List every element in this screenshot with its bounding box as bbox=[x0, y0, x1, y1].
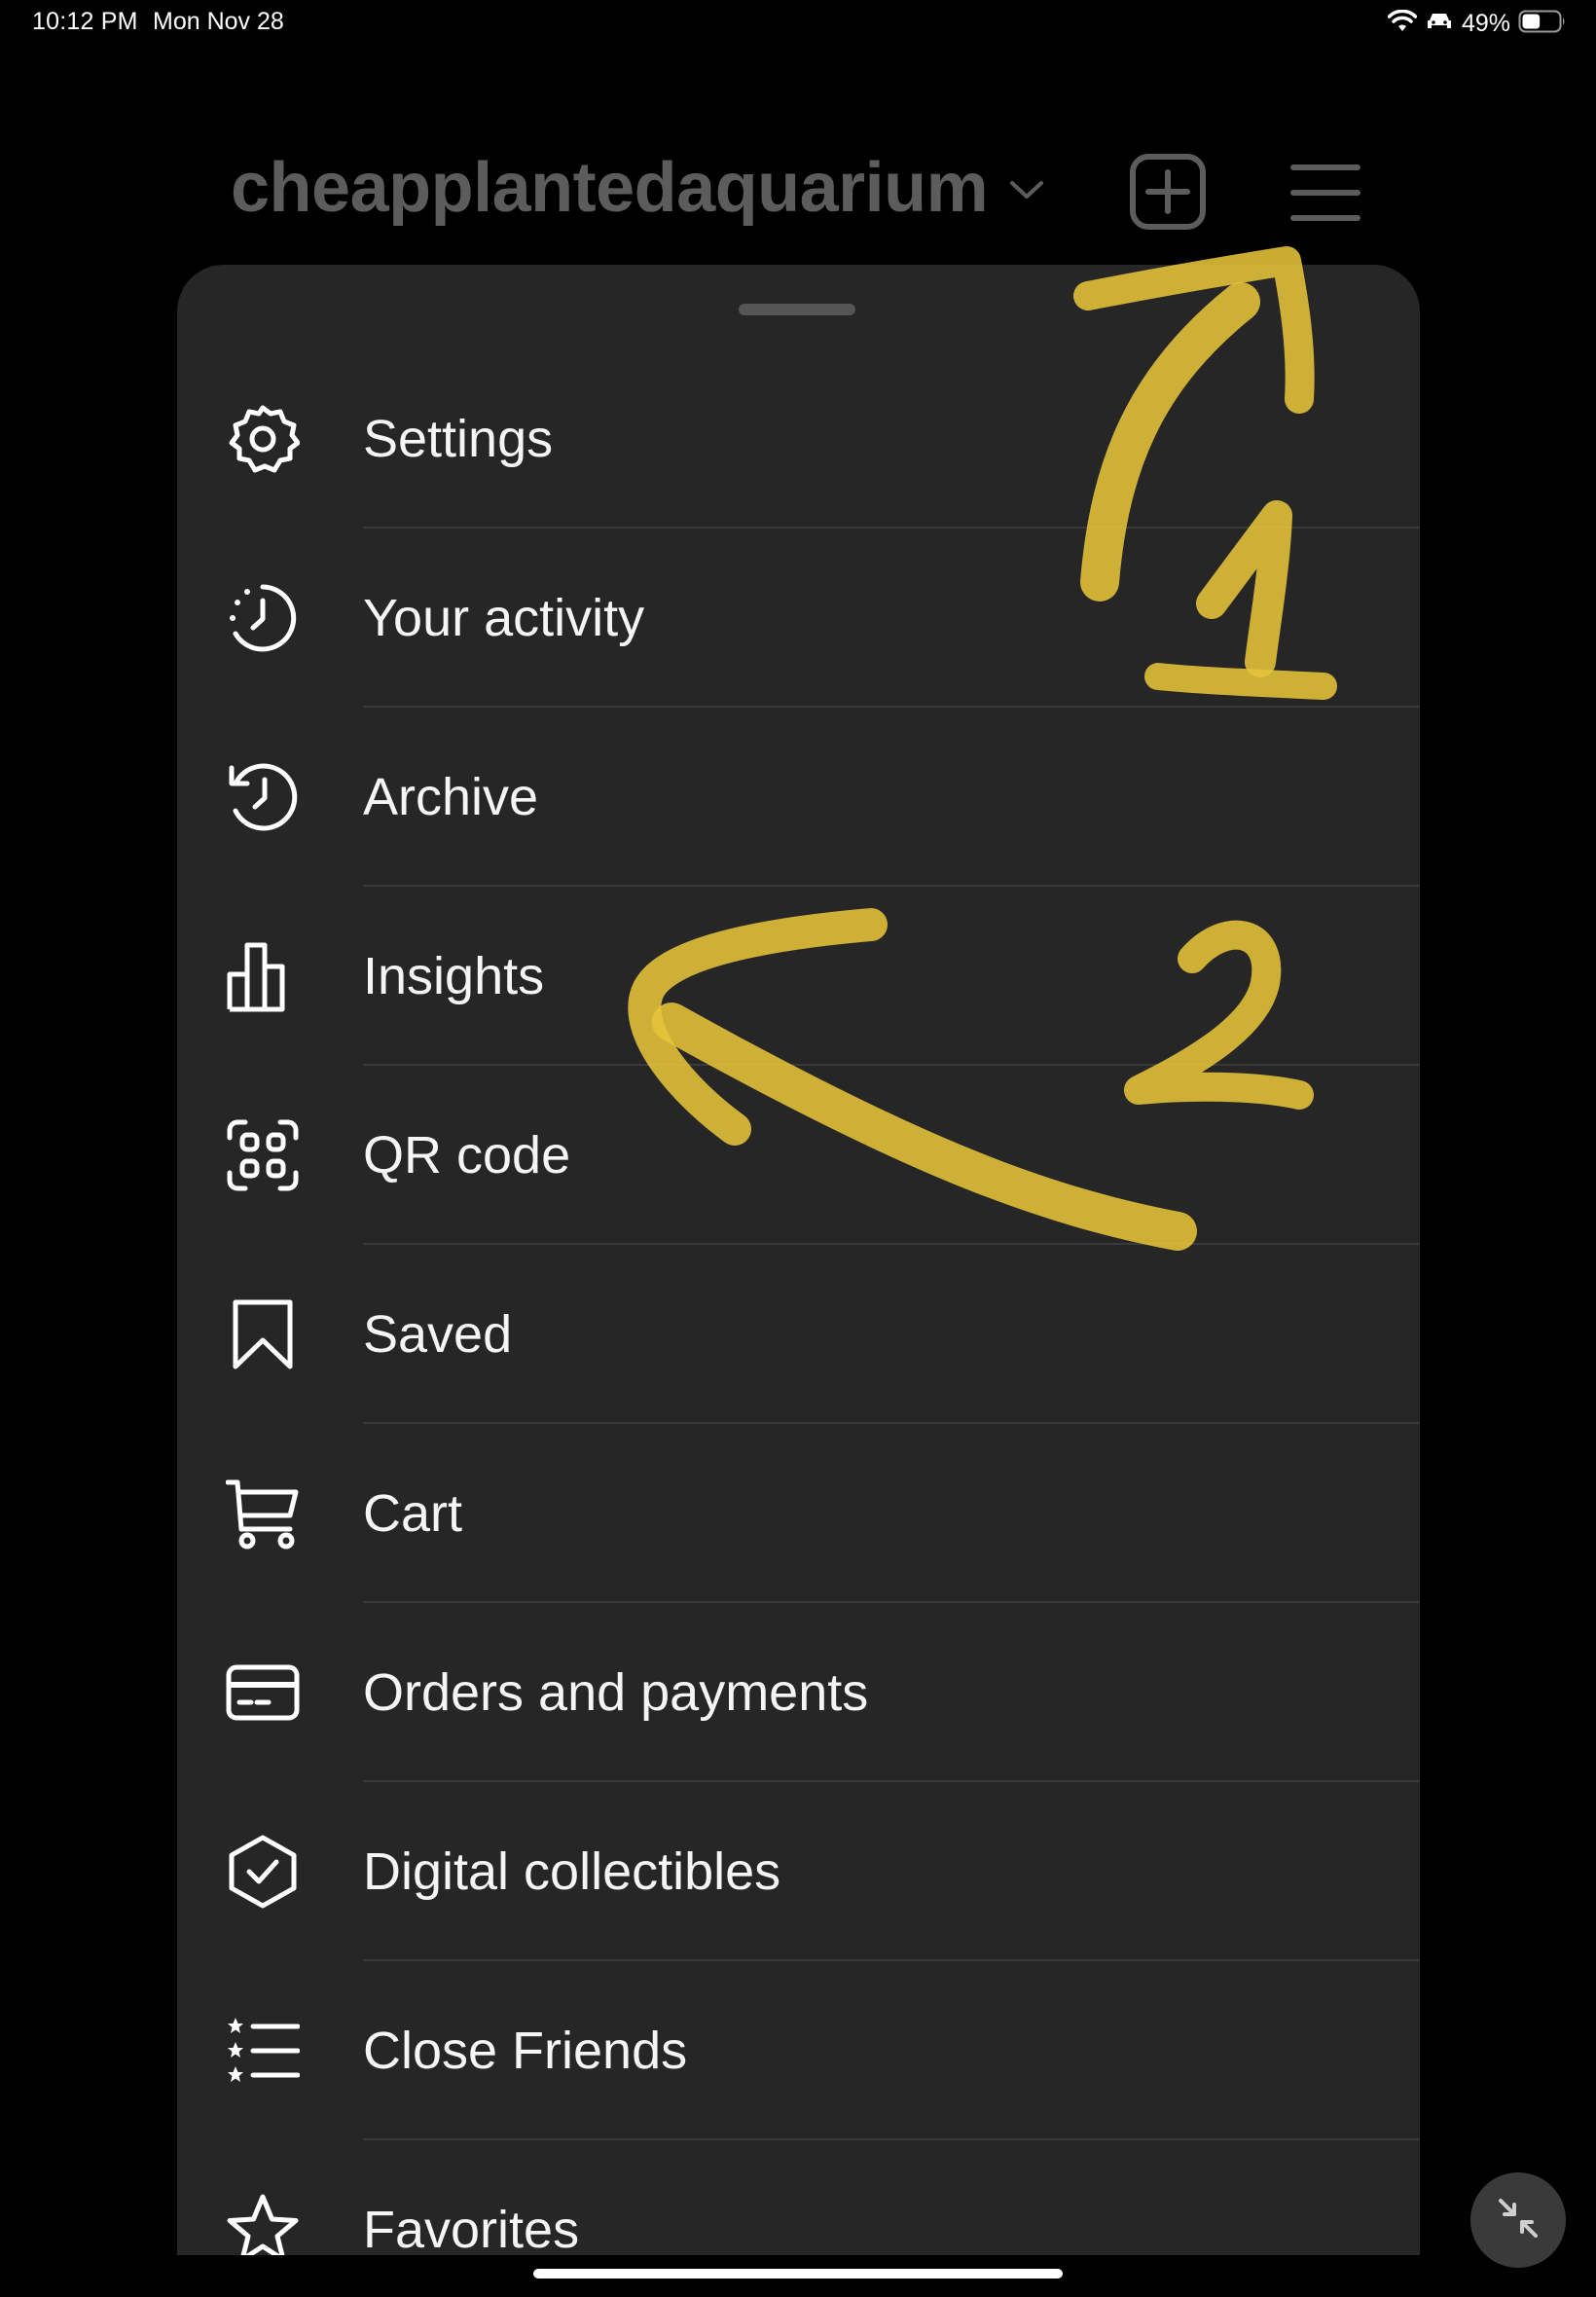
menu-item-your-activity[interactable]: Your activity bbox=[177, 529, 1420, 708]
menu-item-digital-collectibles[interactable]: Digital collectibles bbox=[177, 1782, 1420, 1961]
bookmark-icon bbox=[226, 1297, 300, 1371]
gear-icon bbox=[226, 402, 300, 476]
chevron-down-icon[interactable] bbox=[1008, 178, 1045, 206]
menu-label: Digital collectibles bbox=[363, 1842, 781, 1901]
battery-icon bbox=[1518, 9, 1567, 39]
menu-item-settings[interactable]: Settings bbox=[177, 349, 1420, 529]
menu-item-insights[interactable]: Insights bbox=[177, 887, 1420, 1066]
menu-item-cart[interactable]: Cart bbox=[177, 1424, 1420, 1603]
minimize-button[interactable] bbox=[1470, 2172, 1566, 2268]
menu-item-archive[interactable]: Archive bbox=[177, 708, 1420, 887]
menu-label: Your activity bbox=[363, 589, 645, 647]
menu-item-favorites[interactable]: Favorites bbox=[177, 2140, 1420, 2255]
menu-item-saved[interactable]: Saved bbox=[177, 1245, 1420, 1424]
sheet-grabber[interactable] bbox=[739, 304, 855, 315]
account-menu-sheet: Settings Your activity Archive Insights … bbox=[177, 265, 1420, 2255]
star-icon bbox=[226, 2193, 300, 2255]
menu-label: Settings bbox=[363, 410, 554, 468]
menu-list: Settings Your activity Archive Insights … bbox=[177, 349, 1420, 2255]
starred-list-icon bbox=[226, 2014, 300, 2088]
qr-code-icon bbox=[226, 1118, 300, 1192]
menu-item-qr-code[interactable]: QR code bbox=[177, 1066, 1420, 1245]
bar-chart-icon bbox=[226, 939, 300, 1013]
screen: 10:12 PM Mon Nov 28 49% cheapplantedaqua… bbox=[0, 0, 1596, 2297]
car-icon bbox=[1425, 10, 1454, 38]
menu-label: Archive bbox=[363, 768, 539, 826]
battery-percent: 49% bbox=[1461, 9, 1510, 37]
collapse-arrows-icon bbox=[1495, 2195, 1542, 2246]
new-post-icon[interactable] bbox=[1129, 153, 1207, 236]
cart-icon bbox=[226, 1477, 300, 1550]
menu-label: Orders and payments bbox=[363, 1663, 869, 1722]
credit-card-icon bbox=[226, 1656, 300, 1730]
status-indicators: 49% bbox=[1387, 6, 1567, 41]
profile-username[interactable]: cheapplantedaquarium bbox=[231, 148, 989, 228]
menu-label: Insights bbox=[363, 947, 545, 1005]
wifi-icon bbox=[1387, 9, 1418, 38]
activity-clock-icon bbox=[226, 581, 300, 655]
menu-label: Favorites bbox=[363, 2201, 580, 2255]
home-indicator[interactable] bbox=[533, 2269, 1063, 2279]
menu-label: QR code bbox=[363, 1126, 571, 1185]
status-date: Mon Nov 28 bbox=[153, 8, 284, 35]
menu-item-close-friends[interactable]: Close Friends bbox=[177, 1961, 1420, 2140]
verified-badge-icon bbox=[226, 1835, 300, 1909]
menu-item-orders-and-payments[interactable]: Orders and payments bbox=[177, 1603, 1420, 1782]
status-time: 10:12 PM bbox=[32, 8, 138, 35]
menu-label: Cart bbox=[363, 1484, 463, 1543]
menu-label: Saved bbox=[363, 1305, 513, 1364]
menu-label: Close Friends bbox=[363, 2022, 688, 2080]
archive-history-icon bbox=[226, 760, 300, 834]
hamburger-menu-icon[interactable] bbox=[1290, 163, 1360, 228]
